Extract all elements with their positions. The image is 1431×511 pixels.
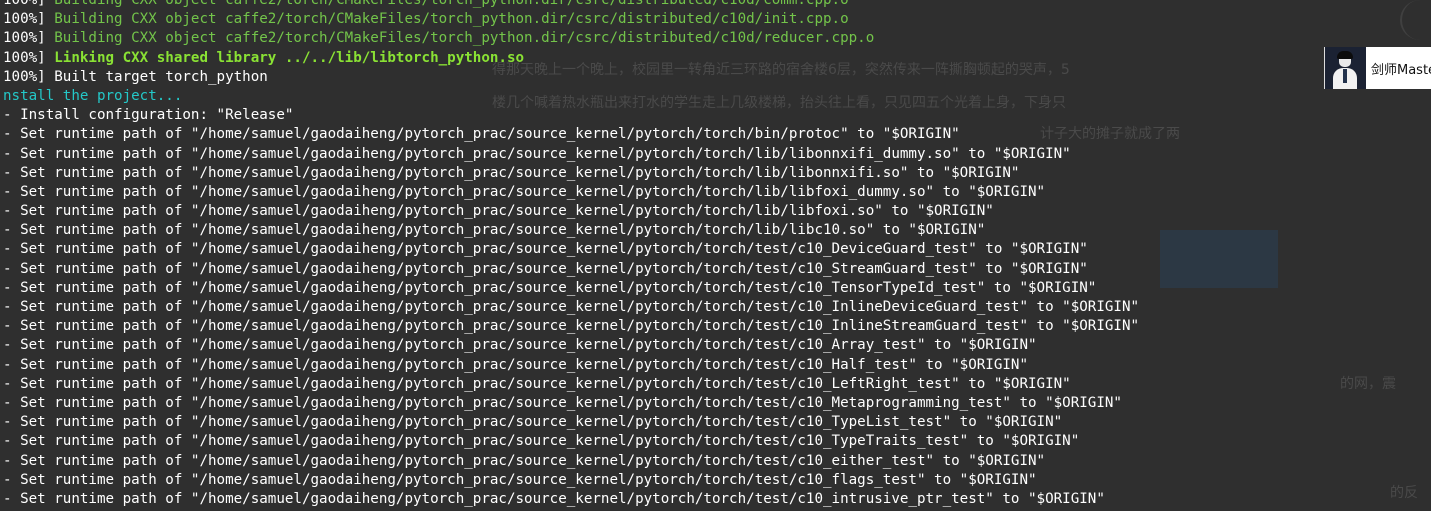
terminal-line: - Set runtime path of "/home/samuel/gaod… — [3, 394, 1139, 413]
terminal-line: 100%] Building CXX object caffe2/torch/C… — [3, 10, 1139, 29]
terminal-line: - Set runtime path of "/home/samuel/gaod… — [3, 183, 1139, 202]
terminal-line-text: - Set runtime path of "/home/samuel/gaod… — [3, 299, 1140, 315]
progress-prefix: 100%] — [3, 11, 55, 28]
terminal-line: 100%] Building CXX object caffe2/torch/C… — [3, 0, 1139, 10]
terminal-line: - Set runtime path of "/home/samuel/gaod… — [3, 298, 1139, 317]
terminal-line: - Set runtime path of "/home/samuel/gaod… — [3, 145, 1139, 164]
terminal-line-text: - Set runtime path of "/home/samuel/gaod… — [3, 433, 1080, 450]
terminal-line: - Set runtime path of "/home/samuel/gaod… — [3, 471, 1139, 490]
terminal-line-text: - Set runtime path of "/home/samuel/gaod… — [3, 126, 960, 143]
terminal-line: - Set runtime path of "/home/samuel/gaod… — [3, 202, 1139, 221]
terminal-line-text: - Set runtime path of "/home/samuel/gaod… — [3, 279, 1097, 296]
terminal-line-text: Built target torch_python — [54, 68, 268, 85]
terminal-line: - Set runtime path of "/home/samuel/gaod… — [3, 356, 1139, 375]
terminal-line-text: - Set runtime path of "/home/samuel/gaod… — [3, 375, 1071, 392]
terminal-line-text: nstall the project... — [3, 87, 183, 104]
terminal-line: 100%] Linking CXX shared library ../../l… — [3, 49, 1139, 68]
terminal-line-text: - Set runtime path of "/home/samuel/gaod… — [3, 414, 1063, 431]
terminal-line-text: Building CXX object caffe2/torch/CMakeFi… — [54, 11, 849, 28]
terminal-line-text: - Set runtime path of "/home/samuel/gaod… — [3, 318, 1140, 335]
progress-prefix: 100%] — [3, 68, 55, 85]
terminal-line-text: - Set runtime path of "/home/samuel/gaod… — [3, 452, 1046, 469]
terminal-line-text: - Set runtime path of "/home/samuel/gaod… — [3, 471, 1037, 488]
terminal-line: - Set runtime path of "/home/samuel/gaod… — [3, 432, 1139, 451]
terminal-line: - Set runtime path of "/home/samuel/gaod… — [3, 375, 1139, 394]
terminal-line: - Set runtime path of "/home/samuel/gaod… — [3, 164, 1139, 183]
terminal-line: - Set runtime path of "/home/samuel/gaod… — [3, 317, 1139, 336]
background-decoration — [1400, 0, 1431, 40]
terminal-line-text: - Set runtime path of "/home/samuel/gaod… — [3, 356, 1028, 373]
terminal-line-text: - Set runtime path of "/home/samuel/gaod… — [3, 183, 1046, 200]
terminal-window[interactable]: 得那天晚上一个晚上，校园里一转角近三环路的宿舍楼6层，突然传来一阵撕胸顿起的哭声… — [0, 0, 1431, 511]
background-page-text-4: 的网，震 — [1340, 376, 1396, 392]
user-card[interactable]: 剑师Master — [1324, 47, 1431, 89]
terminal-line-text: - Set runtime path of "/home/samuel/gaod… — [3, 260, 1088, 277]
progress-prefix: 100%] — [3, 0, 55, 8]
terminal-line-text: Building CXX object caffe2/torch/CMakeFi… — [54, 0, 849, 8]
terminal-line-text: - Set runtime path of "/home/samuel/gaod… — [3, 241, 1088, 258]
terminal-line-text: Building CXX object caffe2/torch/CMakeFi… — [54, 30, 875, 47]
terminal-line-text: - Set runtime path of "/home/samuel/gaod… — [3, 222, 986, 239]
terminal-line: 100%] Building CXX object caffe2/torch/C… — [3, 29, 1139, 48]
background-page-banner — [1160, 230, 1278, 288]
terminal-line: - Set runtime path of "/home/samuel/gaod… — [3, 336, 1139, 355]
terminal-line: - Set runtime path of "/home/samuel/gaod… — [3, 221, 1139, 240]
terminal-line: 100%] Built target torch_python — [3, 68, 1139, 87]
progress-prefix: 100%] — [3, 49, 55, 66]
terminal-line-text: - Set runtime path of "/home/samuel/gaod… — [3, 394, 1122, 411]
terminal-line: - Set runtime path of "/home/samuel/gaod… — [3, 490, 1139, 509]
terminal-line-text: - Set runtime path of "/home/samuel/gaod… — [3, 337, 1037, 354]
terminal-line: - Set runtime path of "/home/samuel/gaod… — [3, 125, 1139, 144]
terminal-line-text: - Set runtime path of "/home/samuel/gaod… — [3, 490, 1105, 507]
terminal-line: - Set runtime path of "/home/samuel/gaod… — [3, 260, 1139, 279]
terminal-line: - Install configuration: "Release" — [3, 106, 1139, 125]
user-name[interactable]: 剑师Master — [1371, 59, 1431, 78]
terminal-line: - Set runtime path of "/home/samuel/gaod… — [3, 240, 1139, 259]
terminal-line-text: - Set runtime path of "/home/samuel/gaod… — [3, 164, 1020, 181]
terminal-line-text: - Set runtime path of "/home/samuel/gaod… — [3, 203, 994, 220]
terminal-line: - Set runtime path of "/home/samuel/gaod… — [3, 279, 1139, 298]
avatar[interactable] — [1325, 47, 1366, 89]
terminal-output: 100%] Building CXX object caffe2/torch/C… — [3, 0, 1139, 509]
progress-prefix: 100%] — [3, 30, 55, 47]
terminal-line: nstall the project... — [3, 87, 1139, 106]
terminal-line-text: - Install configuration: "Release" — [3, 107, 294, 124]
terminal-line: - Set runtime path of "/home/samuel/gaod… — [3, 413, 1139, 432]
terminal-line-text: - Set runtime path of "/home/samuel/gaod… — [3, 145, 1071, 162]
background-page-text-5: 的反 — [1390, 485, 1418, 501]
terminal-line: - Set runtime path of "/home/samuel/gaod… — [3, 452, 1139, 471]
terminal-line-text: Linking CXX shared library ../../lib/lib… — [54, 49, 525, 66]
